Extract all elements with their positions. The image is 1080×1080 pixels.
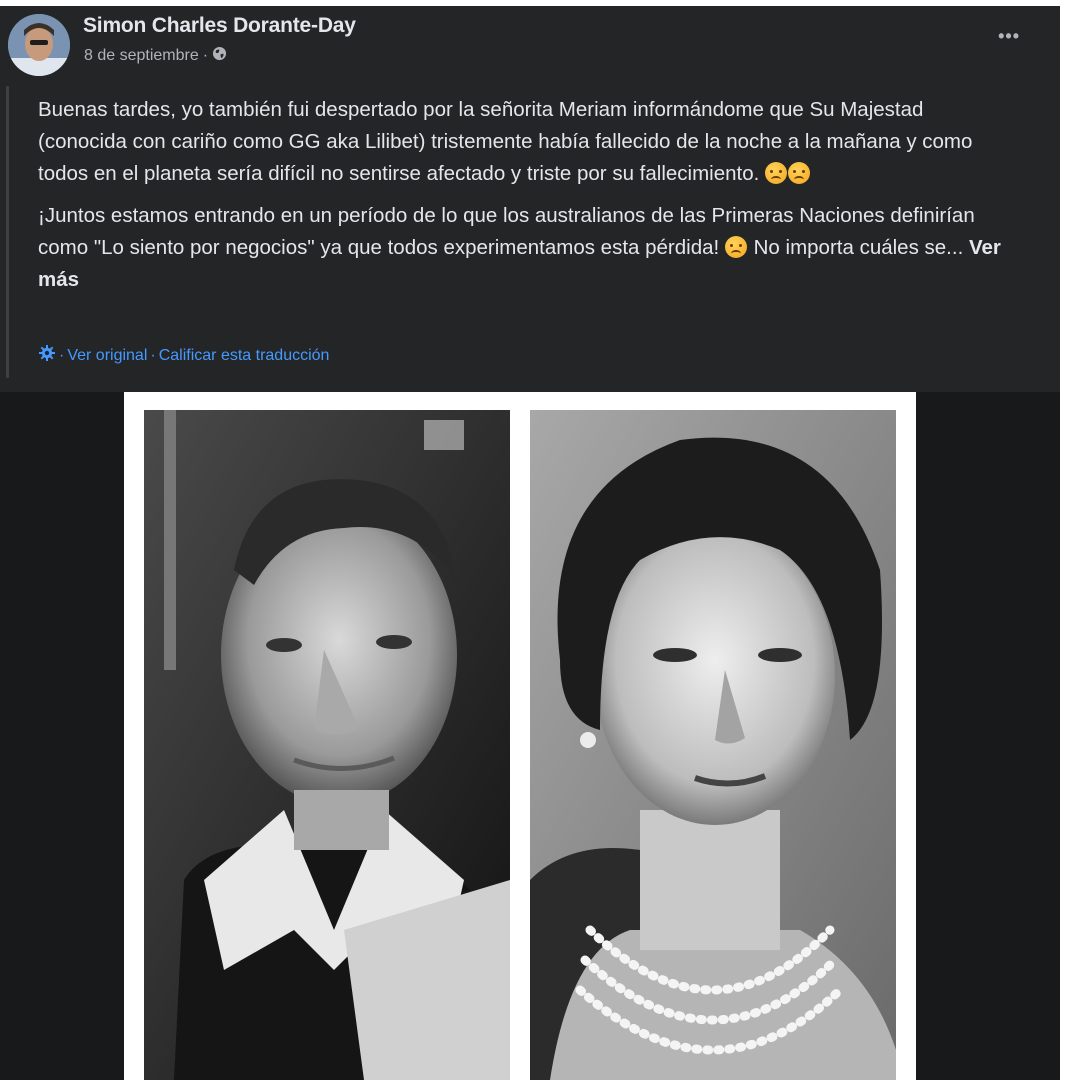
facebook-post: Simon Charles Dorante-Day 8 de septiembr…	[0, 6, 1060, 1080]
disappointed-face-icon	[724, 236, 747, 258]
sad-face-icon	[788, 162, 811, 184]
post-text: Buenas tardes, yo también fui despertado…	[38, 94, 1013, 306]
avatar-image	[8, 14, 70, 76]
view-original-link[interactable]: Ver original	[67, 347, 147, 365]
post-paragraph-2: ¡Juntos estamos entrando en un período d…	[38, 200, 1013, 296]
author-name[interactable]: Simon Charles Dorante-Day	[83, 14, 356, 38]
meta-separator: ·	[202, 47, 209, 64]
post-media[interactable]	[0, 392, 1060, 1080]
quote-bar	[6, 86, 9, 378]
paragraph-2-continuation: No importa cuáles se...	[753, 236, 964, 259]
photo-collage[interactable]	[124, 392, 916, 1080]
translation-separator: ·	[59, 346, 65, 364]
gear-icon	[38, 344, 56, 367]
rate-translation-link[interactable]: Calificar esta traducción	[159, 347, 330, 365]
post-paragraph-1: Buenas tardes, yo también fui despertado…	[38, 94, 1013, 190]
more-options-icon[interactable]: •••	[998, 26, 1020, 47]
post-date[interactable]: 8 de septiembre	[84, 47, 199, 65]
paragraph-1-text: Buenas tardes, yo también fui despertado…	[38, 98, 973, 185]
translation-separator: ·	[150, 346, 156, 364]
man-portrait-photo[interactable]	[144, 410, 510, 1080]
globe-icon[interactable]	[212, 46, 227, 66]
translation-bar: · Ver original · Calificar esta traducci…	[38, 344, 329, 367]
queen-portrait-photo[interactable]	[530, 410, 896, 1080]
sad-face-icon	[765, 162, 788, 184]
post-meta: 8 de septiembre ·	[84, 46, 227, 66]
avatar[interactable]	[8, 14, 70, 76]
